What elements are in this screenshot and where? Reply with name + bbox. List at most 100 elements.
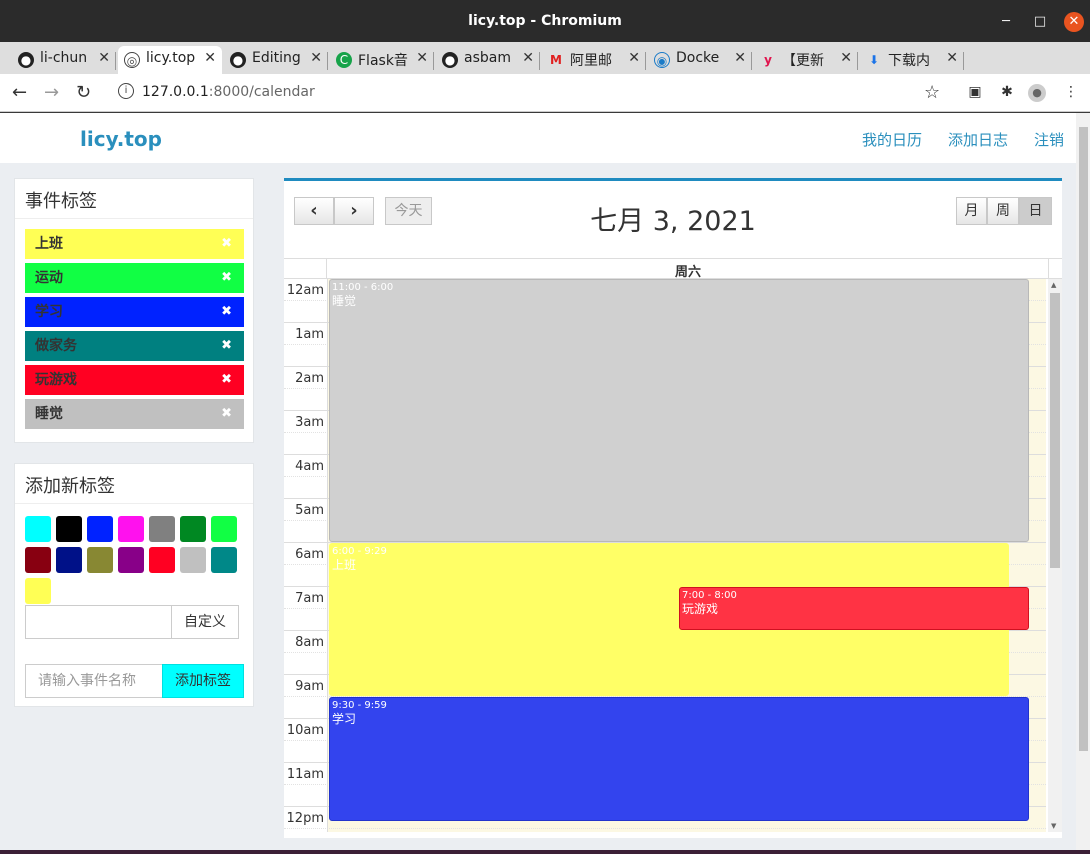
- profile-avatar-icon[interactable]: ●: [1028, 84, 1046, 102]
- close-window-button[interactable]: ✕: [1064, 12, 1084, 32]
- maximize-button[interactable]: □: [1030, 12, 1050, 32]
- color-swatch[interactable]: [180, 516, 206, 542]
- tag-item[interactable]: 上班 ✖: [25, 229, 244, 259]
- close-tab-icon[interactable]: ✕: [734, 50, 746, 66]
- calendar-event[interactable]: 9:30 - 9:59 学习: [329, 697, 1029, 822]
- tag-item[interactable]: 运动 ✖: [25, 263, 244, 293]
- back-icon[interactable]: ←: [12, 82, 27, 103]
- color-swatch[interactable]: [25, 516, 51, 542]
- browser-tab[interactable]: ◉ Docke ✕: [648, 46, 752, 74]
- event-name-input[interactable]: 请输入事件名称: [25, 664, 163, 698]
- nav-logout[interactable]: 注销: [1034, 129, 1064, 150]
- color-swatch[interactable]: [25, 578, 51, 604]
- tab-label: 【更新: [782, 53, 824, 69]
- view-day-button[interactable]: 日: [1019, 197, 1052, 225]
- browser-tab[interactable]: y 【更新 ✕: [754, 46, 858, 74]
- hour-label: 5am: [295, 503, 324, 518]
- color-swatch[interactable]: [211, 547, 237, 573]
- color-swatch[interactable]: [118, 516, 144, 542]
- close-tab-icon[interactable]: ✕: [416, 50, 428, 66]
- view-month-button[interactable]: 月: [956, 197, 987, 225]
- close-tab-icon[interactable]: ✕: [628, 50, 640, 66]
- event-time: 7:00 - 8:00: [682, 590, 737, 601]
- page-scrollbar[interactable]: [1076, 113, 1090, 850]
- browser-tab-active[interactable]: ◎ licy.top ✕: [118, 46, 222, 74]
- tag-label: 学习: [35, 304, 63, 320]
- site-navbar: licy.top 我的日历 添加日志 注销: [0, 113, 1076, 163]
- tag-item[interactable]: 学习 ✖: [25, 297, 244, 327]
- time-slot[interactable]: [284, 829, 1046, 832]
- calendar-event[interactable]: 7:00 - 8:00 玩游戏: [679, 587, 1029, 630]
- day-header: 周六: [284, 258, 1062, 280]
- tab-label: li-chun: [40, 50, 88, 66]
- close-tab-icon[interactable]: ✕: [946, 50, 958, 66]
- remove-tag-icon[interactable]: ✖: [221, 399, 232, 429]
- remove-tag-icon[interactable]: ✖: [221, 263, 232, 293]
- event-time: 6:00 - 9:29: [332, 546, 387, 557]
- browser-tab[interactable]: M 阿里邮 ✕: [542, 46, 646, 74]
- browser-tab[interactable]: ● Editing ✕: [224, 46, 328, 74]
- color-swatch[interactable]: [56, 516, 82, 542]
- hour-label: 1am: [295, 327, 324, 342]
- view-week-button[interactable]: 周: [987, 197, 1019, 225]
- remove-tag-icon[interactable]: ✖: [221, 297, 232, 327]
- close-tab-icon[interactable]: ✕: [522, 50, 534, 66]
- nav-add-log[interactable]: 添加日志: [948, 129, 1008, 150]
- calendar-scrollbar[interactable]: ▲ ▼: [1048, 279, 1062, 832]
- forward-icon[interactable]: →: [44, 82, 59, 103]
- color-swatch[interactable]: [87, 547, 113, 573]
- tab-strip: ● li-chun ✕ ◎ licy.top ✕ ● Editing ✕ C Flask音 ✕ …: [0, 42, 1090, 110]
- url-text[interactable]: 127.0.0.1:8000/calendar: [142, 84, 315, 100]
- tag-label: 睡觉: [35, 406, 63, 422]
- close-tab-icon[interactable]: ✕: [840, 50, 852, 66]
- color-swatch[interactable]: [118, 547, 144, 573]
- event-tags-panel: 事件标签 上班 ✖ 运动 ✖ 学习 ✖ 做家务 ✖ 玩游戏 ✖ 睡觉 ✖: [14, 178, 254, 443]
- extension-square-icon[interactable]: ▣: [966, 84, 984, 102]
- event-title: 玩游戏: [682, 602, 719, 616]
- site-info-icon[interactable]: i: [118, 83, 134, 99]
- close-tab-icon[interactable]: ✕: [98, 50, 110, 66]
- browser-tab[interactable]: ● asbam ✕: [436, 46, 540, 74]
- hour-label: 8am: [295, 635, 324, 650]
- color-swatch[interactable]: [56, 547, 82, 573]
- github-icon: ●: [18, 52, 34, 68]
- calendar-event[interactable]: 11:00 - 6:00 睡觉: [329, 279, 1029, 542]
- add-tag-button[interactable]: 添加标签: [162, 664, 244, 698]
- hour-label: 3am: [295, 415, 324, 430]
- menu-kebab-icon[interactable]: ⋮: [1062, 84, 1080, 102]
- minimize-button[interactable]: ─: [996, 12, 1016, 32]
- remove-tag-icon[interactable]: ✖: [221, 365, 232, 395]
- hour-label: 12am: [286, 283, 324, 298]
- event-title: 学习: [332, 712, 357, 726]
- custom-color-button[interactable]: 自定义: [171, 605, 239, 639]
- color-swatch[interactable]: [149, 547, 175, 573]
- y-icon: y: [764, 53, 772, 67]
- color-swatch[interactable]: [211, 516, 237, 542]
- close-tab-icon[interactable]: ✕: [310, 50, 322, 66]
- bookmark-star-icon[interactable]: ☆: [924, 82, 940, 103]
- nav-my-calendar[interactable]: 我的日历: [862, 129, 922, 150]
- reload-icon[interactable]: ↻: [76, 82, 91, 103]
- address-bar[interactable]: i 127.0.0.1:8000/calendar: [108, 78, 953, 108]
- remove-tag-icon[interactable]: ✖: [221, 331, 232, 361]
- browser-tab[interactable]: ⬇ 下载内 ✕: [860, 46, 964, 74]
- browser-tab[interactable]: C Flask音 ✕: [330, 46, 434, 74]
- time-grid-body[interactable]: 12am 1am 2am 3am 4am 5am 6am 7am 8am 9am 10am 11am 1…: [284, 279, 1062, 832]
- hour-label: 6am: [295, 547, 324, 562]
- tag-item[interactable]: 玩游戏 ✖: [25, 365, 244, 395]
- color-swatch[interactable]: [25, 547, 51, 573]
- calendar-title: 七月 3, 2021: [590, 206, 756, 237]
- browser-tab[interactable]: ● li-chun ✕: [12, 46, 116, 74]
- color-swatch[interactable]: [180, 547, 206, 573]
- remove-tag-icon[interactable]: ✖: [221, 229, 232, 259]
- site-brand[interactable]: licy.top: [80, 127, 162, 151]
- color-swatch[interactable]: [149, 516, 175, 542]
- extensions-puzzle-icon[interactable]: ✱: [998, 84, 1016, 102]
- close-tab-icon[interactable]: ✕: [204, 50, 216, 66]
- day-name: 周六: [674, 265, 701, 280]
- color-swatch[interactable]: [87, 516, 113, 542]
- hour-label: 10am: [286, 723, 324, 738]
- tag-item[interactable]: 做家务 ✖: [25, 331, 244, 361]
- tag-item[interactable]: 睡觉 ✖: [25, 399, 244, 429]
- custom-color-input[interactable]: [25, 605, 173, 639]
